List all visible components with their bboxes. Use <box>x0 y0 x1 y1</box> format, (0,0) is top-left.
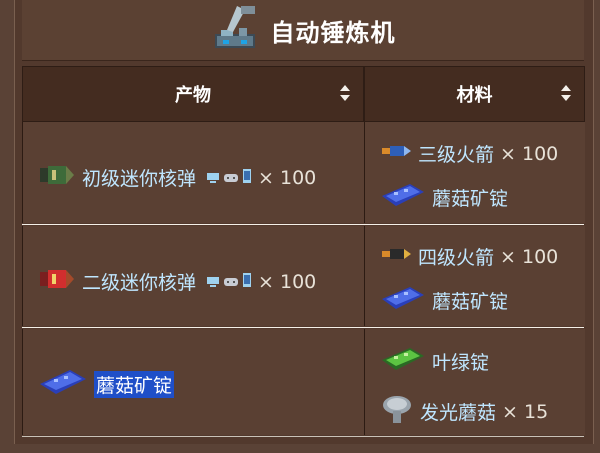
rocket-iv-icon <box>380 243 412 270</box>
column-header-product[interactable]: 产物 <box>22 66 364 122</box>
list-item: 蘑菇矿锭 <box>380 180 508 215</box>
desktop-icon <box>206 271 220 293</box>
material-link[interactable]: 蘑菇矿锭 <box>432 184 508 211</box>
mini-nuke-2-icon <box>38 266 76 297</box>
list-item: 蘑菇矿锭 <box>380 283 508 318</box>
glowing-mushroom-icon <box>380 393 414 430</box>
console-icon <box>222 271 240 293</box>
quantity: × 100 <box>500 245 559 268</box>
quantity: × 15 <box>502 400 549 423</box>
sort-arrows-icon[interactable] <box>339 84 351 107</box>
table-row: 初级迷你核弹 × 100 <box>38 162 316 193</box>
shroomite-bar-icon <box>38 366 88 403</box>
material-link[interactable]: 发光蘑菇 <box>420 398 496 425</box>
chlorophyte-bar-icon <box>380 344 426 379</box>
list-item: 四级火箭 × 100 <box>380 243 558 270</box>
table-row: 二级迷你核弹 × 100 <box>38 266 316 297</box>
mobile-icon <box>242 167 252 189</box>
row-divider <box>22 327 584 328</box>
column-header-label: 材料 <box>456 85 493 106</box>
list-item: 三级火箭 × 100 <box>380 140 558 167</box>
column-header-materials[interactable]: 材料 <box>364 66 585 122</box>
platform-icons <box>206 167 252 189</box>
row-divider <box>22 224 584 225</box>
column-header-label: 产物 <box>175 85 211 106</box>
material-link[interactable]: 叶绿锭 <box>432 348 489 375</box>
autohammer-icon <box>211 4 263 56</box>
shroomite-bar-icon <box>380 180 426 215</box>
product-link-selected[interactable]: 蘑菇矿锭 <box>94 371 175 398</box>
rocket-iii-icon <box>380 140 412 167</box>
console-icon <box>222 167 240 189</box>
platform-icons <box>206 271 252 293</box>
quantity: × 100 <box>500 142 559 165</box>
material-link[interactable]: 三级火箭 <box>418 140 494 167</box>
product-link[interactable]: 二级迷你核弹 <box>82 268 196 295</box>
table-row: 蘑菇矿锭 <box>38 366 175 403</box>
quantity: × 100 <box>258 270 317 293</box>
list-item: 叶绿锭 <box>380 344 489 379</box>
desktop-icon <box>206 167 220 189</box>
page-title: 自动锤炼机 <box>270 18 396 47</box>
row-divider <box>22 436 584 437</box>
product-link[interactable]: 初级迷你核弹 <box>82 164 196 191</box>
mobile-icon <box>242 271 252 293</box>
material-link[interactable]: 四级火箭 <box>418 243 494 270</box>
material-link[interactable]: 蘑菇矿锭 <box>432 287 508 314</box>
shroomite-bar-icon <box>380 283 426 318</box>
quantity: × 100 <box>258 166 317 189</box>
list-item: 发光蘑菇 × 15 <box>380 393 548 430</box>
title-bar: 自动锤炼机 <box>22 0 584 61</box>
mini-nuke-1-icon <box>38 162 76 193</box>
sort-arrows-icon[interactable] <box>560 84 572 107</box>
